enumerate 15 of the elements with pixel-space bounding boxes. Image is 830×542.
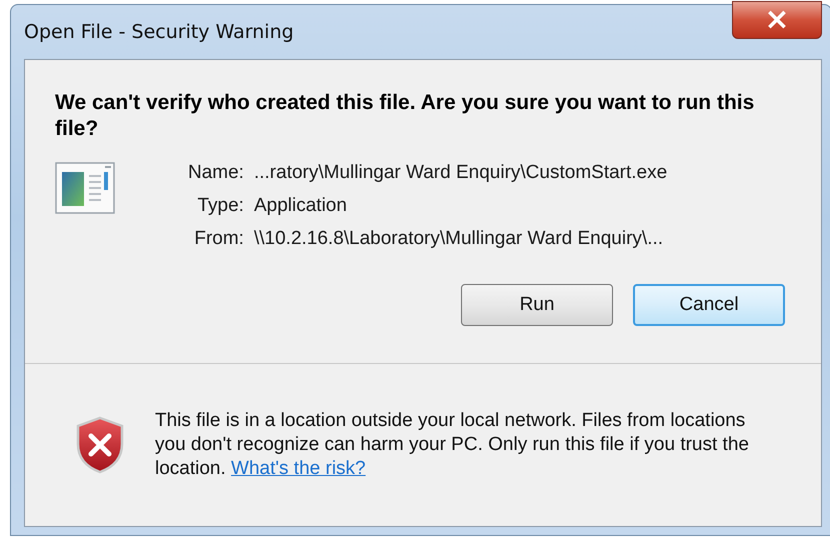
risk-link[interactable]: What's the risk? [231, 458, 366, 479]
field-value: ...ratory\Mullingar Ward Enquiry\CustomStart.exe [254, 162, 668, 184]
error-shield-icon [75, 416, 125, 474]
close-button[interactable]: × [732, 1, 822, 39]
field-label: Name: [188, 162, 244, 184]
dialog-button[interactable]: Run [461, 284, 613, 326]
dialog-button[interactable]: Cancel [633, 284, 785, 326]
field-value: \\10.2.16.8\Laboratory\Mullingar Ward Enquiry\... [254, 228, 664, 250]
window-title: Open File - Security Warning [24, 21, 294, 43]
field-label: From: [193, 228, 244, 250]
application-icon [55, 162, 115, 214]
warning-headline: We can't verify who created this file. Are you sure you want to run this file? [55, 90, 756, 142]
field-label: Type: [196, 195, 244, 217]
field-value: Application [254, 195, 348, 217]
warning-message: This file is in a location outside your local network. Files from locations you don't recognize can harm your PC. Only run this file if you trust the location. What's the risk? [155, 409, 750, 481]
